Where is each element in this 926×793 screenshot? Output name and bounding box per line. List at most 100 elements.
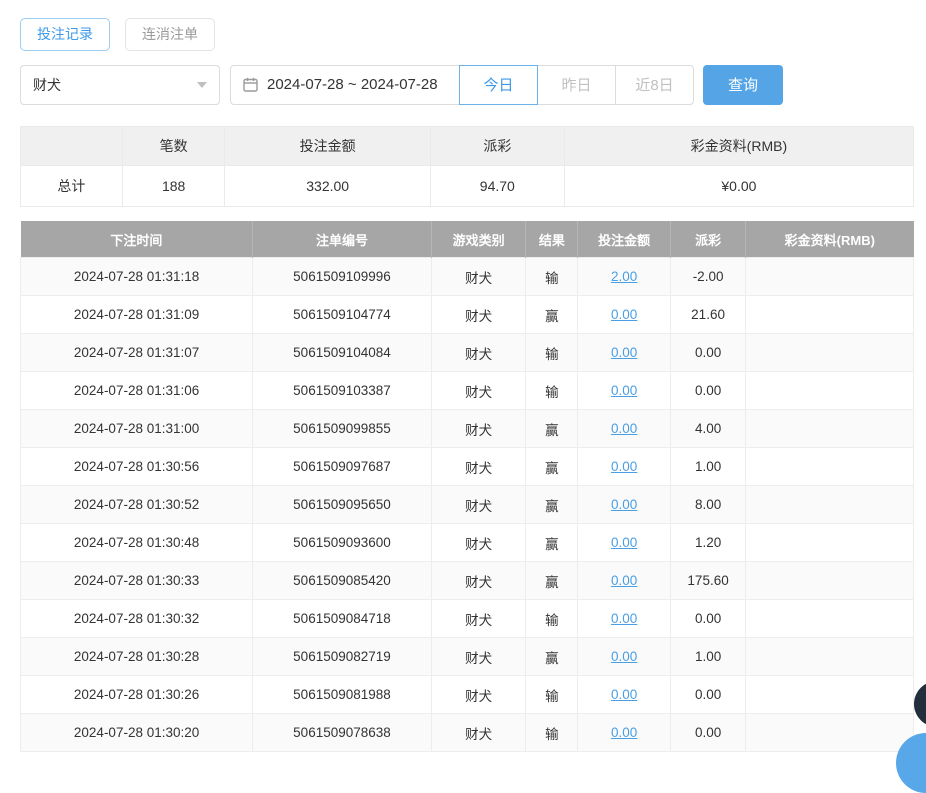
cell-order-id: 5061509099855 — [253, 410, 432, 448]
tab-cancel-orders[interactable]: 连消注单 — [125, 18, 215, 51]
bet-amount-link[interactable]: 0.00 — [611, 725, 637, 740]
bet-amount-link[interactable]: 0.00 — [611, 459, 637, 474]
cell-game-category: 财犬 — [431, 676, 526, 714]
header-game-category: 游戏类别 — [431, 221, 526, 258]
cell-game-category: 财犬 — [431, 486, 526, 524]
table-row: 2024-07-28 01:31:185061509109996财犬输2.00-… — [21, 258, 914, 296]
cell-bet-amount[interactable]: 0.00 — [578, 562, 671, 600]
summary-header-count: 笔数 — [122, 126, 225, 165]
table-row: 2024-07-28 01:31:075061509104084财犬输0.000… — [21, 334, 914, 372]
cell-payout: -2.00 — [671, 258, 746, 296]
bet-amount-link[interactable]: 0.00 — [611, 345, 637, 360]
cell-game-category: 财犬 — [431, 600, 526, 638]
cell-order-id: 5061509093600 — [253, 524, 432, 562]
summary-total-row: 总计 188 332.00 94.70 ¥0.00 — [21, 165, 914, 206]
bet-amount-link[interactable]: 0.00 — [611, 497, 637, 512]
table-row: 2024-07-28 01:31:065061509103387财犬输0.000… — [21, 372, 914, 410]
cell-bet-amount[interactable]: 0.00 — [578, 448, 671, 486]
cell-result: 输 — [526, 714, 578, 752]
table-row: 2024-07-28 01:30:565061509097687财犬赢0.001… — [21, 448, 914, 486]
cell-bet-time: 2024-07-28 01:31:07 — [21, 334, 253, 372]
query-button[interactable]: 查询 — [703, 65, 783, 105]
summary-total-bonus: ¥0.00 — [564, 165, 913, 206]
summary-header-bonus: 彩金资料(RMB) — [564, 126, 913, 165]
game-select[interactable]: 财犬 — [20, 65, 220, 105]
chevron-down-icon — [197, 82, 207, 88]
quick-button-yesterday[interactable]: 昨日 — [537, 65, 616, 105]
cell-order-id: 5061509078638 — [253, 714, 432, 752]
cell-bet-time: 2024-07-28 01:31:09 — [21, 296, 253, 334]
cell-bonus — [746, 676, 914, 714]
cell-result: 赢 — [526, 448, 578, 486]
cell-bet-amount[interactable]: 0.00 — [578, 600, 671, 638]
cell-bet-amount[interactable]: 0.00 — [578, 410, 671, 448]
cell-bonus — [746, 372, 914, 410]
calendar-icon — [243, 77, 258, 92]
cell-bet-amount[interactable]: 0.00 — [578, 524, 671, 562]
cell-result: 赢 — [526, 296, 578, 334]
bet-amount-link[interactable]: 0.00 — [611, 573, 637, 588]
table-row: 2024-07-28 01:30:485061509093600财犬赢0.001… — [21, 524, 914, 562]
date-range-value: 2024-07-28 ~ 2024-07-28 — [267, 76, 438, 93]
table-row: 2024-07-28 01:30:335061509085420财犬赢0.001… — [21, 562, 914, 600]
cell-order-id: 5061509084718 — [253, 600, 432, 638]
cell-bet-amount[interactable]: 0.00 — [578, 638, 671, 676]
summary-table: 笔数 投注金额 派彩 彩金资料(RMB) 总计 188 332.00 94.70… — [20, 126, 914, 207]
cell-game-category: 财犬 — [431, 714, 526, 752]
bet-amount-link[interactable]: 0.00 — [611, 611, 637, 626]
cell-result: 输 — [526, 372, 578, 410]
cell-bet-amount[interactable]: 0.00 — [578, 334, 671, 372]
cell-bet-time: 2024-07-28 01:30:26 — [21, 676, 253, 714]
tab-bet-records[interactable]: 投注记录 — [20, 18, 110, 51]
header-order-id: 注单编号 — [253, 221, 432, 258]
cell-result: 赢 — [526, 410, 578, 448]
table-row: 2024-07-28 01:30:265061509081988财犬输0.000… — [21, 676, 914, 714]
cell-bet-time: 2024-07-28 01:30:56 — [21, 448, 253, 486]
bet-amount-link[interactable]: 2.00 — [611, 269, 637, 284]
table-header-row: 下注时间 注单编号 游戏类别 结果 投注金额 派彩 彩金资料(RMB) — [21, 221, 914, 258]
cell-payout: 1.00 — [671, 638, 746, 676]
quick-button-today[interactable]: 今日 — [459, 65, 538, 105]
summary-total-bet-amount: 332.00 — [225, 165, 430, 206]
bet-amount-link[interactable]: 0.00 — [611, 535, 637, 550]
cell-payout: 8.00 — [671, 486, 746, 524]
bet-amount-link[interactable]: 0.00 — [611, 421, 637, 436]
cell-result: 赢 — [526, 524, 578, 562]
header-bet-amount: 投注金额 — [578, 221, 671, 258]
bet-amount-link[interactable]: 0.00 — [611, 307, 637, 322]
cell-bet-amount[interactable]: 0.00 — [578, 486, 671, 524]
bet-amount-link[interactable]: 0.00 — [611, 383, 637, 398]
bet-amount-link[interactable]: 0.00 — [611, 687, 637, 702]
cell-bonus — [746, 638, 914, 676]
cell-bet-time: 2024-07-28 01:30:48 — [21, 524, 253, 562]
table-row: 2024-07-28 01:30:325061509084718财犬输0.000… — [21, 600, 914, 638]
summary-header-row: 笔数 投注金额 派彩 彩金资料(RMB) — [21, 126, 914, 165]
date-filter-group: 2024-07-28 ~ 2024-07-28 今日 昨日 近8日 — [230, 65, 694, 105]
table-row: 2024-07-28 01:30:525061509095650财犬赢0.008… — [21, 486, 914, 524]
cell-order-id: 5061509104774 — [253, 296, 432, 334]
cell-game-category: 财犬 — [431, 410, 526, 448]
cell-bet-time: 2024-07-28 01:31:06 — [21, 372, 253, 410]
cell-order-id: 5061509109996 — [253, 258, 432, 296]
cell-order-id: 5061509081988 — [253, 676, 432, 714]
cell-bet-amount[interactable]: 2.00 — [578, 258, 671, 296]
cell-result: 输 — [526, 258, 578, 296]
bet-amount-link[interactable]: 0.00 — [611, 649, 637, 664]
cell-payout: 0.00 — [671, 334, 746, 372]
cell-bet-amount[interactable]: 0.00 — [578, 714, 671, 752]
cell-result: 输 — [526, 676, 578, 714]
date-range-picker[interactable]: 2024-07-28 ~ 2024-07-28 — [230, 65, 460, 105]
bet-table-body: 2024-07-28 01:31:185061509109996财犬输2.00-… — [21, 258, 914, 752]
cell-bet-amount[interactable]: 0.00 — [578, 372, 671, 410]
tab-bar: 投注记录 连消注单 — [20, 18, 914, 51]
cell-bet-amount[interactable]: 0.00 — [578, 676, 671, 714]
cell-result: 赢 — [526, 486, 578, 524]
cell-bet-amount[interactable]: 0.00 — [578, 296, 671, 334]
cell-order-id: 5061509082719 — [253, 638, 432, 676]
page: 投注记录 连消注单 财犬 2024-07-28 ~ 2024-07-28 — [0, 0, 926, 752]
cell-bet-time: 2024-07-28 01:30:28 — [21, 638, 253, 676]
quick-button-last-8-days[interactable]: 近8日 — [615, 65, 694, 105]
summary-total-payout: 94.70 — [430, 165, 564, 206]
cell-bet-time: 2024-07-28 01:30:32 — [21, 600, 253, 638]
cell-bet-time: 2024-07-28 01:30:52 — [21, 486, 253, 524]
